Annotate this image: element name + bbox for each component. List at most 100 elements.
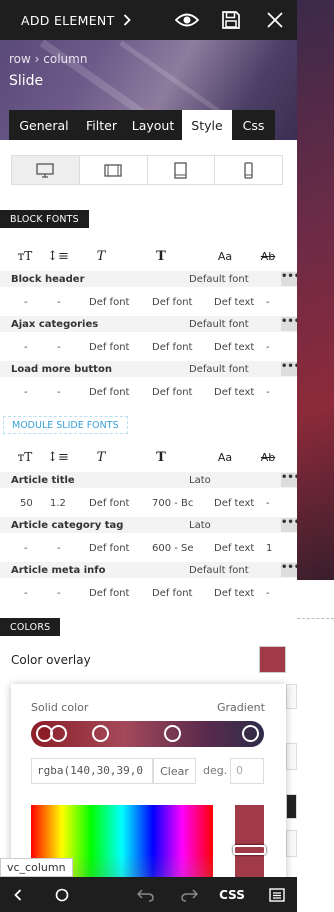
line-height-field[interactable]: 1.2 xyxy=(50,498,66,509)
alpha-slider-handle[interactable] xyxy=(233,845,266,855)
redo-button[interactable] xyxy=(177,877,201,912)
line-height-field[interactable]: - xyxy=(57,342,61,353)
letter-spacing-field[interactable]: - xyxy=(266,588,270,599)
font-family-select[interactable]: Default font xyxy=(189,274,249,285)
color-value-input[interactable]: rgba(140,30,39,0 xyxy=(31,758,153,784)
section-header-block-fonts: BLOCK FONTS xyxy=(0,210,89,228)
solid-color-tab[interactable]: Solid color xyxy=(31,701,88,714)
letter-spacing-field[interactable]: - xyxy=(266,498,270,509)
font-weight-field[interactable]: 700 - Bc xyxy=(152,498,194,509)
font-values-row: - - Def font 600 - Se Def text 1 xyxy=(0,538,297,560)
degree-input[interactable]: 0 xyxy=(230,758,264,784)
gradient-stop[interactable] xyxy=(92,725,109,742)
line-height-icon: ↕≡ xyxy=(47,248,69,264)
gradient-stop[interactable] xyxy=(242,725,259,742)
tab-filter[interactable]: Filter xyxy=(79,110,124,140)
add-element-button[interactable]: ADD ELEMENT xyxy=(0,13,165,28)
font-family-select[interactable]: Default font xyxy=(189,364,249,375)
undo-button[interactable] xyxy=(134,877,158,912)
device-tablet-landscape-button[interactable] xyxy=(80,156,148,184)
device-phone-button[interactable] xyxy=(215,156,282,184)
text-transform-icon: Aa xyxy=(217,450,233,464)
breadcrumb[interactable]: row › column xyxy=(9,52,87,66)
letter-spacing-field[interactable]: - xyxy=(266,342,270,353)
font-size-icon: ᴛT xyxy=(17,249,33,263)
line-height-field[interactable]: - xyxy=(57,297,61,308)
font-size-field[interactable]: - xyxy=(24,297,28,308)
preview-button[interactable] xyxy=(165,0,209,40)
text-transform-field[interactable]: Def text xyxy=(214,342,262,353)
font-family-icon: T xyxy=(96,248,106,264)
device-tablet-portrait-button[interactable] xyxy=(148,156,216,184)
font-style-field[interactable]: Def font xyxy=(89,297,137,308)
font-style-field[interactable]: Def font xyxy=(89,498,137,509)
text-transform-field[interactable]: Def text xyxy=(214,387,262,398)
font-size-field[interactable]: - xyxy=(24,342,28,353)
more-options-icon[interactable]: ••• xyxy=(281,272,297,286)
clear-button[interactable]: Clear xyxy=(153,758,196,784)
tab-layout[interactable]: Layout xyxy=(124,110,182,140)
font-style-field[interactable]: Def font xyxy=(89,588,137,599)
font-size-field[interactable]: - xyxy=(24,588,28,599)
close-button[interactable] xyxy=(253,0,297,40)
line-height-field[interactable]: - xyxy=(57,543,61,554)
panel-title: Slide xyxy=(9,73,44,89)
device-desktop-button[interactable] xyxy=(12,156,80,184)
more-options-icon[interactable]: ••• xyxy=(281,563,297,577)
line-height-icon: ↕≡ xyxy=(47,449,69,465)
font-weight-field[interactable]: Def font xyxy=(152,588,200,599)
color-overlay-swatch[interactable] xyxy=(259,646,286,673)
letter-spacing-field[interactable]: 1 xyxy=(266,543,272,554)
gradient-tab[interactable]: Gradient xyxy=(217,701,265,714)
font-family-select[interactable]: Default font xyxy=(189,319,249,330)
text-transform-field[interactable]: Def text xyxy=(214,543,262,554)
tab-bar: General Filter Layout Style Css xyxy=(9,110,275,140)
color-overlay-label: Color overlay xyxy=(11,653,91,667)
tab-css[interactable]: Css xyxy=(232,110,275,140)
save-button[interactable] xyxy=(209,0,253,40)
font-weight-field[interactable]: Def font xyxy=(152,387,200,398)
tab-general[interactable]: General xyxy=(9,110,79,140)
font-family-select[interactable]: Default font xyxy=(189,565,249,576)
home-button[interactable] xyxy=(50,877,74,912)
css-button[interactable]: CSS xyxy=(217,877,247,912)
line-height-field[interactable]: - xyxy=(57,387,61,398)
gradient-stop[interactable] xyxy=(50,725,67,742)
text-transform-field[interactable]: Def text xyxy=(214,498,262,509)
font-weight-field[interactable]: Def font xyxy=(152,297,200,308)
bottom-toolbar: CSS xyxy=(0,877,297,912)
font-family-select[interactable]: Lato xyxy=(189,520,211,531)
back-button[interactable] xyxy=(6,877,30,912)
menu-button[interactable] xyxy=(266,877,288,912)
font-size-field[interactable]: 50 xyxy=(20,498,33,509)
font-family-select[interactable]: Lato xyxy=(189,475,211,486)
font-style-field[interactable]: Def font xyxy=(89,543,137,554)
font-style-field[interactable]: Def font xyxy=(89,387,137,398)
line-height-field[interactable]: - xyxy=(57,588,61,599)
tablet-landscape-icon xyxy=(104,163,122,177)
degree-label: deg. xyxy=(203,764,228,777)
text-transform-field[interactable]: Def text xyxy=(214,297,262,308)
gradient-stop[interactable] xyxy=(164,725,181,742)
row-divider xyxy=(297,618,334,619)
font-group-label: Article category tag xyxy=(11,519,124,531)
gradient-bar[interactable] xyxy=(31,721,264,747)
more-options-icon[interactable]: ••• xyxy=(281,518,297,532)
more-options-icon[interactable]: ••• xyxy=(281,317,297,331)
element-path-badge[interactable]: vc_column xyxy=(0,858,73,877)
font-weight-field[interactable]: Def font xyxy=(152,342,200,353)
device-switcher xyxy=(11,155,283,185)
text-transform-field[interactable]: Def text xyxy=(214,588,262,599)
font-style-field[interactable]: Def font xyxy=(89,342,137,353)
font-size-field[interactable]: - xyxy=(24,387,28,398)
font-size-field[interactable]: - xyxy=(24,543,28,554)
font-group-label: Ajax categories xyxy=(11,318,99,330)
letter-spacing-field[interactable]: - xyxy=(266,297,270,308)
page-background xyxy=(297,0,334,912)
font-weight-field[interactable]: 600 - Se xyxy=(152,543,194,554)
more-options-icon[interactable]: ••• xyxy=(281,473,297,487)
letter-spacing-field[interactable]: - xyxy=(266,387,270,398)
tab-style[interactable]: Style xyxy=(182,110,232,140)
more-options-icon[interactable]: ••• xyxy=(281,362,297,376)
chevron-left-icon xyxy=(14,888,22,901)
